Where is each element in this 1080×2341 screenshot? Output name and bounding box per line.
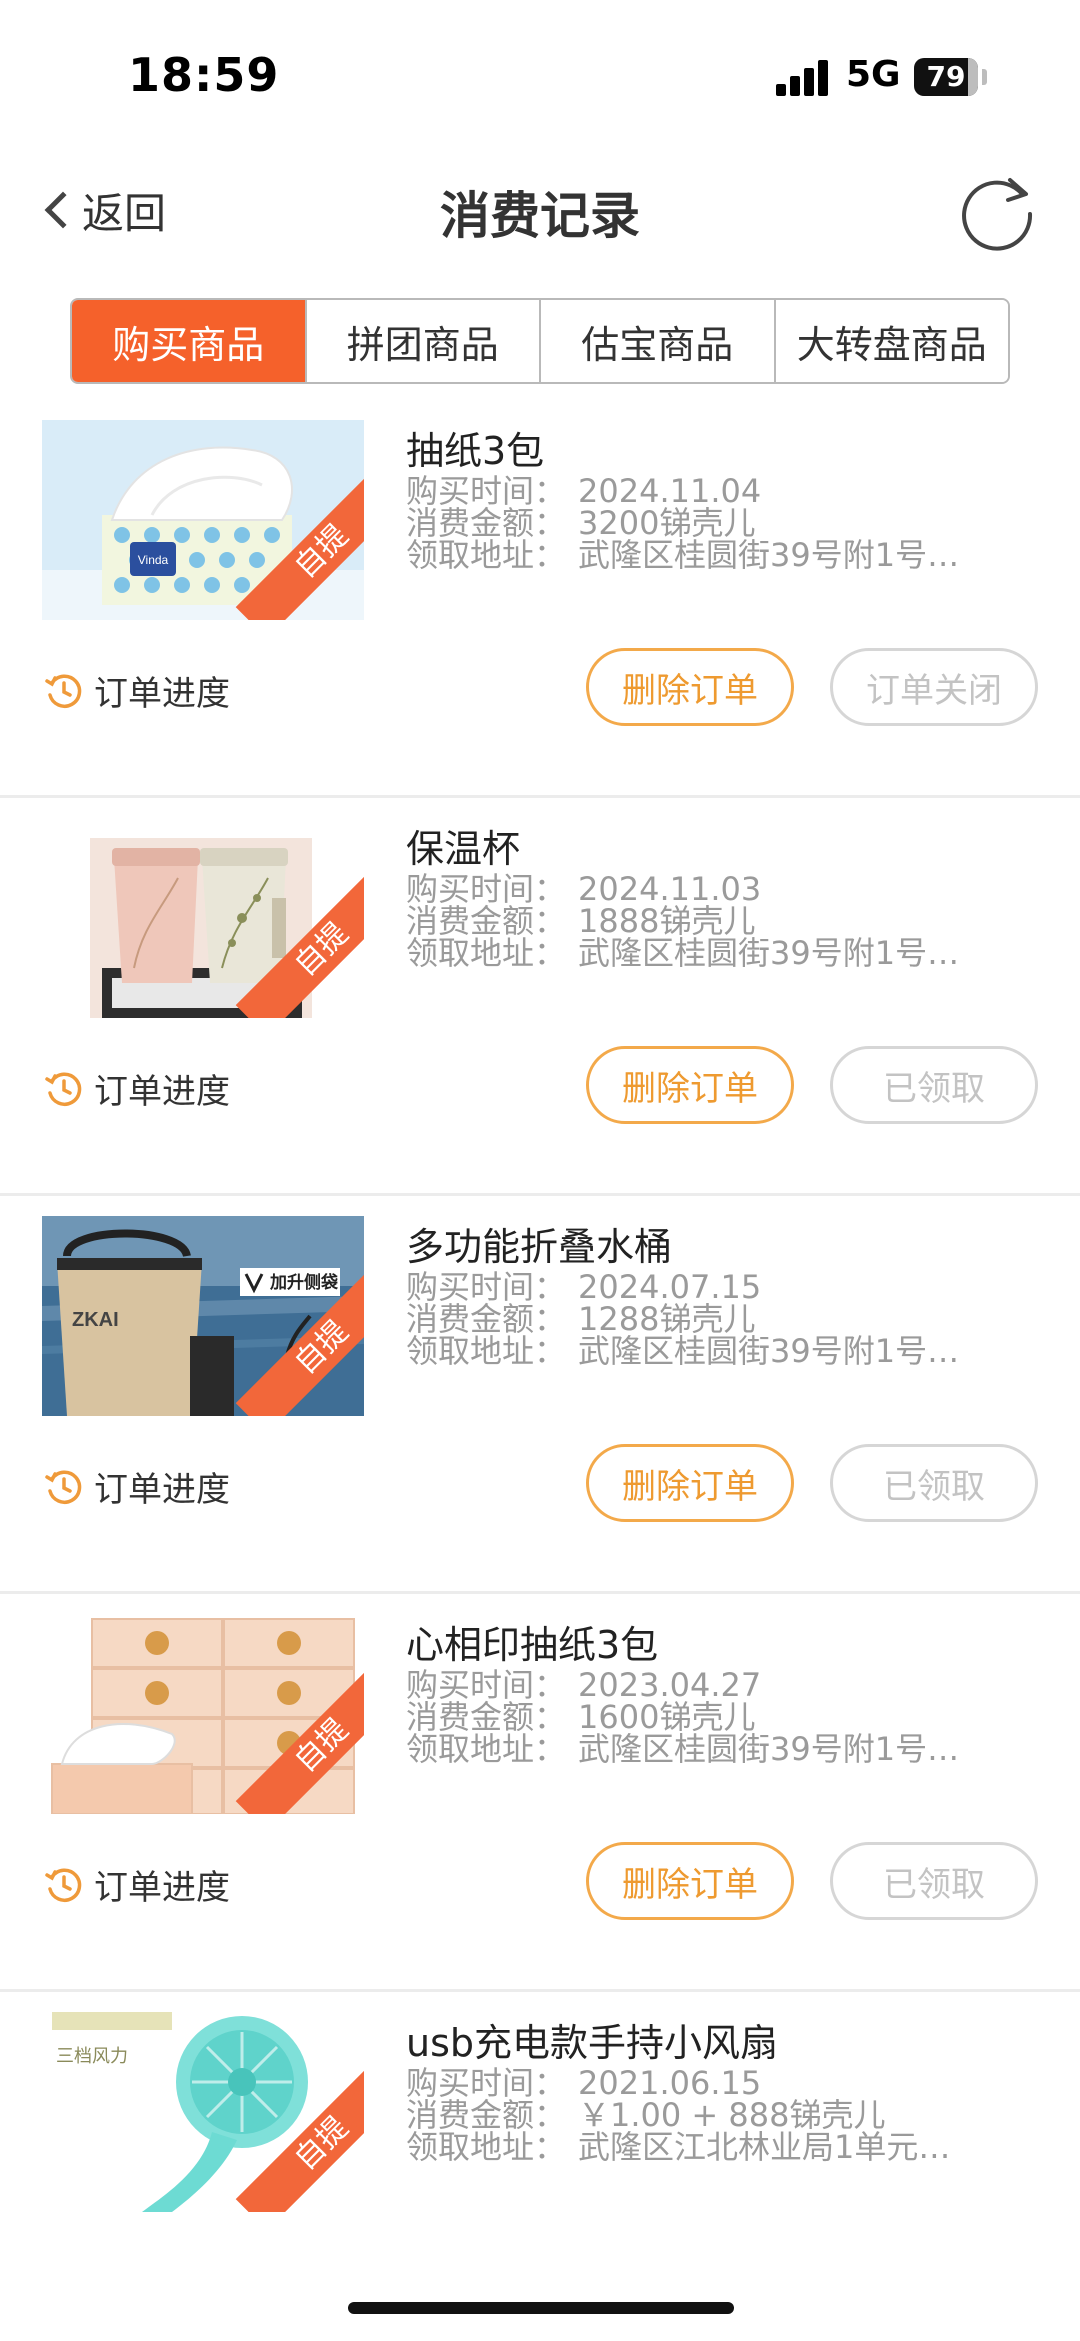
purchase-time: 购买时间： 2024.11.03	[406, 870, 762, 908]
order-card: Vinda 自提 抽纸3包 购买时间： 2024.11.04 消费金额： 3200锑…	[0, 400, 1080, 798]
order-progress-link[interactable]: 订单进度	[44, 1064, 230, 1113]
order-card: 自提 心相印抽纸3包 购买时间： 2023.04.27 消费金额： 1600锑壳儿 …	[0, 1594, 1080, 1992]
delete-order-button[interactable]: 删除订单	[586, 1046, 794, 1124]
purchase-time: 购买时间： 2023.04.27	[406, 1666, 762, 1704]
purchase-amount: 消费金额： 1600锑壳儿	[406, 1698, 756, 1736]
delete-order-button[interactable]: 删除订单	[586, 648, 794, 726]
tab-lucky-wheel[interactable]: 大转盘商品	[773, 300, 1008, 382]
tab-group-buy[interactable]: 拼团商品	[304, 300, 539, 382]
nav-header: 返回 消费记录	[0, 150, 1080, 270]
battery-icon: 79	[914, 58, 978, 96]
tab-appraisal[interactable]: 估宝商品	[539, 300, 774, 382]
clock-history-icon	[45, 674, 82, 708]
tab-purchase[interactable]: 购买商品	[72, 300, 305, 382]
purchase-amount: 消费金额： 1888锑壳儿	[406, 902, 756, 940]
status-bar: 18:59 5G 79	[0, 0, 1080, 150]
bucket-tag-text: 加升侧袋	[269, 1272, 339, 1292]
fan-tag-text: 三档风力	[56, 2046, 128, 2066]
product-image: 自提	[42, 818, 364, 1018]
order-progress-label: 订单进度	[94, 1072, 230, 1112]
pickup-address: 领取地址： 武隆区桂圆街39号附1号…	[406, 1730, 960, 1768]
battery-tip	[982, 69, 987, 85]
product-image: Vinda 自提	[42, 420, 364, 620]
order-card: 三档风力 自提 usb充电款手持小风扇 购买时间： 2021.06.15 消费金额…	[0, 1992, 1080, 2292]
page-title: 消费记录	[440, 187, 640, 245]
order-status-button[interactable]: 已领取	[830, 1046, 1038, 1124]
product-name: usb充电款手持小风扇	[406, 2021, 779, 2065]
battery-level: 79	[926, 60, 966, 93]
signal-icon	[776, 60, 830, 96]
product-image: 三档风力 自提	[42, 2012, 364, 2212]
purchase-time: 购买时间： 2021.06.15	[406, 2064, 762, 2102]
pickup-address: 领取地址： 武隆区桂圆街39号附1号…	[406, 536, 960, 574]
delete-order-button[interactable]: 删除订单	[586, 1444, 794, 1522]
pickup-address: 领取地址： 武隆区江北林业局1单元…	[406, 2128, 951, 2166]
product-name: 多功能折叠水桶	[406, 1225, 673, 1269]
order-progress-link[interactable]: 订单进度	[44, 1860, 230, 1909]
delete-order-button[interactable]: 删除订单	[586, 1842, 794, 1920]
order-status-button[interactable]: 已领取	[830, 1842, 1038, 1920]
purchase-amount: 消费金额： 3200锑壳儿	[406, 504, 756, 542]
order-card: 加升侧袋 ZKAI 自提 多功能折叠水桶 购买时间： 2024.07.15 消费金…	[0, 1196, 1080, 1594]
home-indicator[interactable]	[348, 2302, 734, 2314]
pickup-address: 领取地址： 武隆区桂圆街39号附1号…	[406, 1332, 960, 1370]
order-status-button[interactable]: 订单关闭	[830, 648, 1038, 726]
product-name: 保温杯	[406, 827, 521, 871]
product-image: 加升侧袋 ZKAI 自提	[42, 1216, 364, 1416]
network-label: 5G	[846, 54, 901, 95]
refresh-icon[interactable]	[956, 170, 1038, 252]
product-image: 自提	[42, 1614, 364, 1814]
order-progress-link[interactable]: 订单进度	[44, 1462, 230, 1511]
purchase-time: 购买时间： 2024.07.15	[406, 1268, 762, 1306]
product-name: 抽纸3包	[406, 429, 545, 473]
product-name: 心相印抽纸3包	[406, 1623, 659, 1667]
clock-history-icon	[45, 1072, 82, 1106]
purchase-time: 购买时间： 2024.11.04	[406, 472, 762, 510]
clock-history-icon	[45, 1868, 82, 1902]
tissue-brand-text: Vinda	[138, 553, 169, 567]
order-progress-label: 订单进度	[94, 1470, 230, 1510]
category-tabs: 购买商品 拼团商品 估宝商品 大转盘商品	[70, 298, 1010, 384]
order-progress-label: 订单进度	[94, 1868, 230, 1908]
order-progress-link[interactable]: 订单进度	[44, 666, 230, 715]
order-status-button[interactable]: 已领取	[830, 1444, 1038, 1522]
bucket-brand-text: ZKAI	[72, 1309, 119, 1331]
clock-history-icon	[45, 1470, 82, 1504]
order-progress-label: 订单进度	[94, 674, 230, 714]
purchase-amount: 消费金额： ￥1.00 + 888锑壳儿	[406, 2096, 886, 2134]
order-card: 自提 保温杯 购买时间： 2024.11.03 消费金额： 1888锑壳儿 领取地址…	[0, 798, 1080, 1196]
status-time: 18:59	[128, 48, 280, 102]
purchase-amount: 消费金额： 1288锑壳儿	[406, 1300, 756, 1338]
pickup-address: 领取地址： 武隆区桂圆街39号附1号…	[406, 934, 960, 972]
